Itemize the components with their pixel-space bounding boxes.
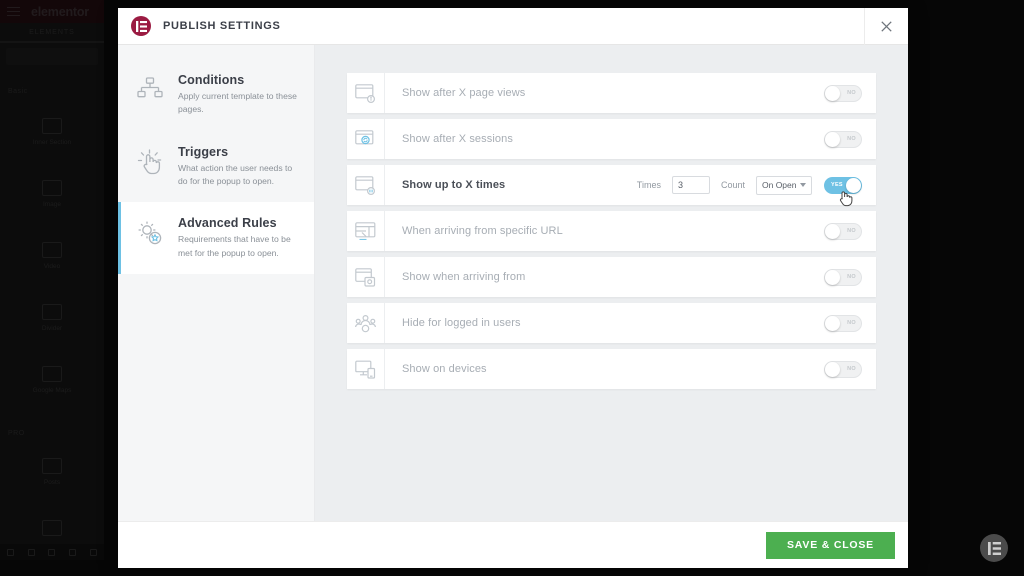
sidebar-item-title: Conditions <box>178 73 245 87</box>
control-label: Times <box>636 180 661 190</box>
control-label: Count <box>720 180 745 190</box>
toggle-knob <box>825 269 840 285</box>
rule-toggle-wrap: NO <box>824 222 876 240</box>
toggle-knob <box>825 361 840 377</box>
rule-toggle-wrap: NO <box>824 268 876 286</box>
rule-label: When arriving from specific URL <box>402 225 563 237</box>
browser-sessions-icon <box>347 119 385 159</box>
rule-toggle-wrap: YES <box>824 176 876 206</box>
sidebar-item-advanced-rules[interactable]: Advanced Rules Requirements that have to… <box>118 202 314 274</box>
rule-row: Hide for logged in users NO <box>347 303 876 343</box>
toggle-state-label: NO <box>847 274 856 280</box>
rule-label: Show on devices <box>402 363 487 375</box>
toggle-knob <box>825 85 840 101</box>
elementor-logo-icon <box>131 16 151 36</box>
rule-toggle[interactable]: NO <box>824 84 862 102</box>
rule-row: When arriving from specific URL NO <box>347 211 876 251</box>
rule-toggle[interactable]: NO <box>824 222 862 240</box>
rule-row: Show after X page views NO <box>347 73 876 113</box>
rule-toggle-wrap: NO <box>824 360 876 378</box>
sidebar-item-desc: Requirements that have to be met for the… <box>178 234 291 258</box>
browser-url-icon <box>347 211 385 251</box>
toggle-state-label: YES <box>831 182 843 188</box>
rule-toggle[interactable]: YES <box>824 176 862 194</box>
rule-toggle[interactable]: NO <box>824 314 862 332</box>
rule-label: Show up to X times <box>402 179 506 191</box>
rule-row: Show after X sessions NO <box>347 119 876 159</box>
devices-icon <box>347 349 385 389</box>
rule-label: Hide for logged in users <box>402 317 521 329</box>
sitemap-icon <box>137 73 165 117</box>
sidebar-item-desc: Apply current template to these pages. <box>178 91 297 115</box>
rule-label: Show after X page views <box>402 87 526 99</box>
count-select[interactable]: On Open <box>756 175 812 195</box>
browser-pageviews-icon <box>347 73 385 113</box>
sidebar-item-desc: What action the user needs to do for the… <box>178 162 293 186</box>
settings-sidebar: Conditions Apply current template to the… <box>118 45 315 521</box>
sidebar-item-title: Advanced Rules <box>178 216 277 231</box>
elementor-logo-icon <box>987 541 1001 555</box>
users-group-icon <box>347 303 385 343</box>
toggle-knob <box>825 315 840 331</box>
toggle-knob <box>825 131 840 147</box>
elementor-floating-badge[interactable] <box>980 534 1008 562</box>
toggle-state-label: NO <box>847 366 856 372</box>
toggle-knob <box>825 223 840 239</box>
modal-body: Conditions Apply current template to the… <box>118 45 908 521</box>
rule-row: Show on devices NO <box>347 349 876 389</box>
rule-inline-controls: Times Count On Open <box>636 175 824 195</box>
toggle-knob <box>846 177 861 193</box>
advanced-rules-list: Show after X page views NO Show after X se… <box>315 45 908 521</box>
rule-label: Show when arriving from <box>402 271 526 283</box>
gears-star-icon <box>137 216 165 260</box>
sidebar-item-conditions[interactable]: Conditions Apply current template to the… <box>118 59 314 131</box>
rule-toggle[interactable]: NO <box>824 268 862 286</box>
click-hand-icon <box>137 145 165 189</box>
rule-row: Show when arriving from NO <box>347 257 876 297</box>
toggle-state-label: NO <box>847 320 856 326</box>
rule-toggle-wrap: NO <box>824 314 876 332</box>
modal-header: PUBLISH SETTINGS <box>118 8 908 45</box>
modal-footer: SAVE & CLOSE <box>118 521 908 568</box>
browser-referrer-icon <box>347 257 385 297</box>
toggle-state-label: NO <box>847 136 856 142</box>
close-button[interactable] <box>864 8 908 45</box>
rule-toggle-wrap: NO <box>824 130 876 148</box>
rule-toggle[interactable]: NO <box>824 130 862 148</box>
sidebar-item-triggers[interactable]: Triggers What action the user needs to d… <box>118 131 314 203</box>
rule-toggle-wrap: NO <box>824 84 876 102</box>
browser-times-icon <box>347 165 385 205</box>
sidebar-item-title: Triggers <box>178 144 229 159</box>
publish-settings-modal: PUBLISH SETTINGS Conditions Apply curren… <box>118 8 908 568</box>
toggle-state-label: NO <box>847 228 856 234</box>
rule-toggle[interactable]: NO <box>824 360 862 378</box>
page-title: PUBLISH SETTINGS <box>163 20 281 32</box>
save-and-close-button[interactable]: SAVE & CLOSE <box>765 531 895 559</box>
rule-label: Show after X sessions <box>402 133 513 145</box>
chevron-down-icon <box>800 183 806 187</box>
toggle-state-label: NO <box>847 90 856 96</box>
rule-row: Show up to X times Times Count On Open YES <box>347 165 876 206</box>
count-select-value: On Open <box>762 180 797 190</box>
times-input[interactable] <box>671 176 710 194</box>
close-icon <box>881 21 892 32</box>
